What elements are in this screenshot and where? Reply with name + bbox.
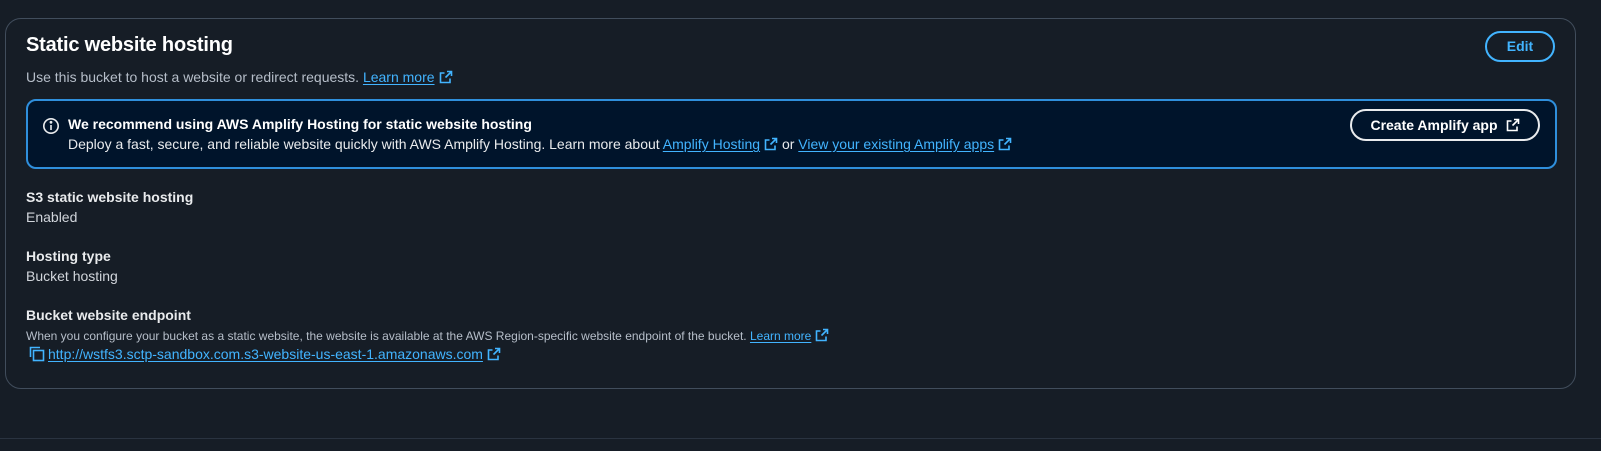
create-amplify-app-button[interactable]: Create Amplify app xyxy=(1350,109,1540,141)
view-amplify-apps-link-label: View your existing Amplify apps xyxy=(798,136,995,152)
external-link-icon xyxy=(1506,118,1520,132)
external-link-icon xyxy=(439,70,453,84)
info-icon xyxy=(42,117,60,135)
endpoint-description-text: When you configure your bucket as a stat… xyxy=(26,329,747,343)
copy-icon[interactable] xyxy=(28,345,46,363)
external-link-icon xyxy=(815,328,829,342)
section-description: Use this bucket to host a website or red… xyxy=(26,69,453,85)
section-title: Static website hosting xyxy=(26,34,233,56)
create-amplify-app-label: Create Amplify app xyxy=(1370,117,1498,133)
endpoint-learn-more-label: Learn more xyxy=(749,329,812,343)
alert-body: Deploy a fast, secure, and reliable webs… xyxy=(68,136,1012,152)
hosting-status-label: S3 static website hosting xyxy=(26,189,194,205)
hosting-type-label: Hosting type xyxy=(26,248,111,264)
amplify-hosting-link-label: Amplify Hosting xyxy=(662,136,761,152)
alert-body-text: Deploy a fast, secure, and reliable webs… xyxy=(68,136,660,152)
endpoint-description: When you configure your bucket as a stat… xyxy=(26,328,829,343)
endpoint-url-link[interactable]: http://wstfs3.sctp-sandbox.com.s3-websit… xyxy=(48,346,501,362)
view-amplify-apps-link[interactable]: View your existing Amplify apps xyxy=(798,136,1012,152)
external-link-icon xyxy=(998,137,1012,151)
external-link-icon xyxy=(764,137,778,151)
amplify-hosting-link[interactable]: Amplify Hosting xyxy=(663,136,778,152)
hosting-status-value: Enabled xyxy=(26,209,78,225)
alert-title: We recommend using AWS Amplify Hosting f… xyxy=(68,116,532,132)
divider xyxy=(0,438,1601,439)
static-website-hosting-panel: Static website hosting Use this bucket t… xyxy=(5,18,1576,389)
edit-button[interactable]: Edit xyxy=(1485,31,1555,62)
hosting-type-value: Bucket hosting xyxy=(26,268,118,284)
endpoint-label: Bucket website endpoint xyxy=(26,307,191,323)
endpoint-url: http://wstfs3.sctp-sandbox.com.s3-websit… xyxy=(48,346,483,362)
learn-more-link[interactable]: Learn more xyxy=(363,69,453,85)
section-description-text: Use this bucket to host a website or red… xyxy=(26,69,360,85)
amplify-recommendation-alert: We recommend using AWS Amplify Hosting f… xyxy=(26,99,1557,169)
learn-more-link-label: Learn more xyxy=(362,69,435,85)
endpoint-learn-more-link[interactable]: Learn more xyxy=(749,328,829,343)
endpoint-row: http://wstfs3.sctp-sandbox.com.s3-websit… xyxy=(28,345,501,363)
external-link-icon xyxy=(487,347,501,361)
alert-connector-text: or xyxy=(781,136,795,152)
